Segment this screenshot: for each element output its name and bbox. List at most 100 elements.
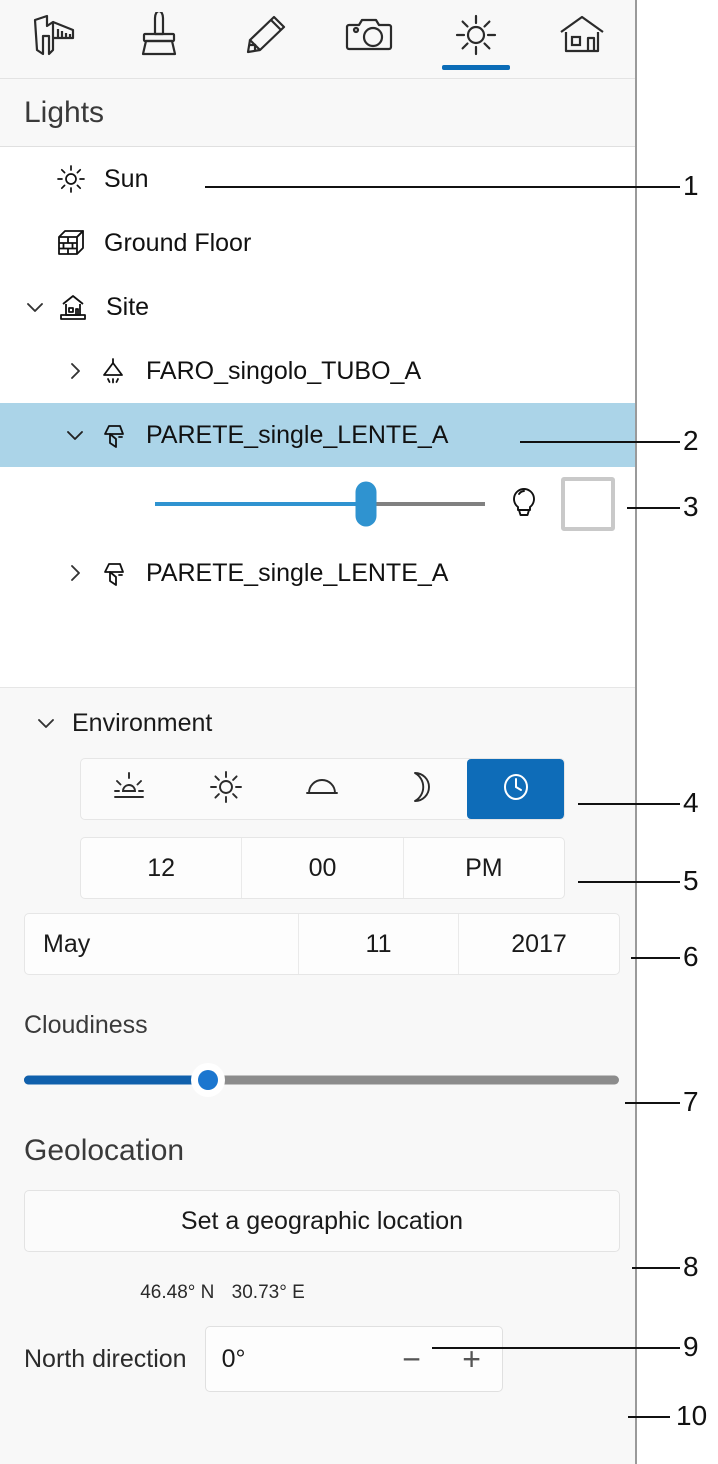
tool-active-underline — [442, 65, 511, 70]
building-tool-button[interactable] — [529, 0, 635, 78]
tree-item-label: Sun — [104, 164, 149, 193]
main-toolbar — [0, 0, 635, 79]
lighting-properties-panel: Lights Sun Ground Floor Site FARO_singol… — [0, 0, 637, 1464]
wall-lamp-icon — [92, 557, 134, 589]
tree-item-label: FARO_singolo_TUBO_A — [146, 356, 422, 385]
geolocation-title: Geolocation — [24, 1134, 185, 1167]
north-direction-value[interactable]: 0° — [206, 1345, 382, 1374]
clock-icon — [499, 770, 533, 809]
chevron-down-icon[interactable] — [58, 422, 92, 448]
environment-preset-bar — [80, 758, 565, 820]
callout-line-8 — [632, 1267, 680, 1269]
light-bulb-icon[interactable] — [507, 485, 541, 523]
time-input-group: 12 00 PM — [80, 837, 565, 899]
hour-field[interactable]: 12 — [81, 838, 243, 898]
callout-number-5: 5 — [683, 865, 699, 896]
month-field[interactable]: May — [25, 914, 299, 974]
lights-tree: Sun Ground Floor Site FARO_singolo_TUBO_… — [0, 147, 635, 688]
chevron-down-icon[interactable] — [28, 710, 64, 736]
tree-item-label: Site — [106, 292, 150, 321]
sun-small-icon — [50, 164, 92, 194]
paint-tool-button[interactable] — [106, 0, 212, 78]
environment-title: Environment — [72, 708, 213, 737]
night-preset-button[interactable] — [371, 759, 468, 819]
house-icon — [557, 12, 607, 56]
chevron-right-icon[interactable] — [58, 358, 92, 384]
sunrise-icon — [110, 770, 148, 809]
overcast-preset-button[interactable] — [274, 759, 371, 819]
pencil-icon — [241, 12, 289, 58]
custom-time-preset-button[interactable] — [467, 759, 564, 819]
tool-active-underline — [548, 65, 616, 70]
midday-preset-button[interactable] — [178, 759, 275, 819]
hour-value: 12 — [147, 853, 176, 882]
light-intensity-slider[interactable] — [155, 481, 485, 527]
tree-item-label: PARETE_single_LENTE_A — [146, 420, 449, 449]
slider-thumb[interactable] — [355, 481, 377, 527]
wall-lamp-icon — [92, 419, 134, 451]
camera-icon — [344, 12, 396, 56]
tree-item-sun[interactable]: Sun — [0, 147, 635, 211]
callout-number-8: 8 — [683, 1251, 699, 1282]
increment-button[interactable]: + — [442, 1327, 502, 1391]
day-value: 11 — [365, 929, 392, 958]
callout-line-7 — [625, 1102, 680, 1104]
minute-value: 00 — [308, 853, 337, 882]
chevron-down-icon[interactable] — [18, 294, 52, 320]
day-field[interactable]: 11 — [299, 914, 459, 974]
callout-number-7: 7 — [683, 1086, 699, 1117]
callout-line-9 — [432, 1347, 680, 1349]
tree-item-site[interactable]: Site — [0, 275, 635, 339]
set-geographic-location-button[interactable]: Set a geographic location — [24, 1190, 620, 1252]
year-value: 2017 — [511, 929, 567, 958]
brick-block-icon — [50, 227, 92, 259]
environment-section: Environment 12 00 PM May 11 2017 Cloudin… — [0, 688, 635, 1398]
tree-item-label: PARETE_single_LENTE_A — [146, 558, 449, 587]
tree-item-ground-floor[interactable]: Ground Floor — [0, 211, 635, 275]
tool-active-underline — [125, 65, 193, 70]
camera-tool-button[interactable] — [317, 0, 423, 78]
tool-active-underline — [19, 65, 87, 70]
callout-line-10 — [628, 1416, 670, 1418]
slider-thumb[interactable] — [191, 1063, 226, 1097]
sun-icon — [451, 12, 501, 58]
cloud-icon — [303, 770, 341, 809]
callout-line-6 — [631, 957, 680, 959]
chevron-right-icon[interactable] — [58, 560, 92, 586]
minute-field[interactable]: 00 — [242, 838, 404, 898]
tree-item-parete-single-lente-a[interactable]: PARETE_single_LENTE_A — [0, 541, 635, 605]
callout-line-3 — [627, 507, 680, 509]
year-field[interactable]: 2017 — [459, 914, 619, 974]
meridiem-field[interactable]: PM — [404, 838, 564, 898]
tree-item-faro-singolo-tubo-a[interactable]: FARO_singolo_TUBO_A — [0, 339, 635, 403]
callout-line-1 — [205, 186, 680, 188]
callout-number-9: 9 — [683, 1331, 699, 1362]
draw-tool-button[interactable] — [212, 0, 318, 78]
callout-number-2: 2 — [683, 425, 699, 456]
ruler-icon — [27, 12, 79, 58]
page-title: Lights — [0, 79, 635, 147]
cloudiness-slider[interactable] — [24, 1060, 619, 1100]
set-location-label: Set a geographic location — [180, 1206, 464, 1235]
meridiem-value: PM — [465, 853, 503, 882]
coordinates-readout: 46.48° N 30.73° E — [0, 1282, 635, 1304]
decrement-button[interactable]: − — [382, 1327, 442, 1391]
lights-title-text: Lights — [24, 95, 105, 129]
moon-icon — [402, 770, 436, 809]
ceiling-lamp-icon — [92, 355, 134, 387]
slider-thumb-dot — [198, 1070, 219, 1090]
tree-item-parete-single-lente-a-selected[interactable]: PARETE_single_LENTE_A — [0, 403, 635, 467]
north-direction-label: North direction — [24, 1344, 187, 1373]
environment-header[interactable]: Environment — [0, 688, 635, 758]
light-color-swatch[interactable] — [561, 477, 615, 531]
north-direction-stepper[interactable]: 0° − + — [204, 1326, 503, 1392]
measure-tool-button[interactable] — [0, 0, 106, 78]
longitude-value: 30.73° E — [231, 1282, 305, 1303]
tool-active-underline — [336, 65, 404, 70]
sunrise-preset-button[interactable] — [81, 759, 178, 819]
cloudiness-label: Cloudiness — [24, 1011, 148, 1039]
sun-icon — [207, 770, 245, 809]
callout-number-6: 6 — [683, 941, 699, 972]
lighting-tool-button[interactable] — [423, 0, 529, 78]
brush-icon — [135, 12, 183, 58]
